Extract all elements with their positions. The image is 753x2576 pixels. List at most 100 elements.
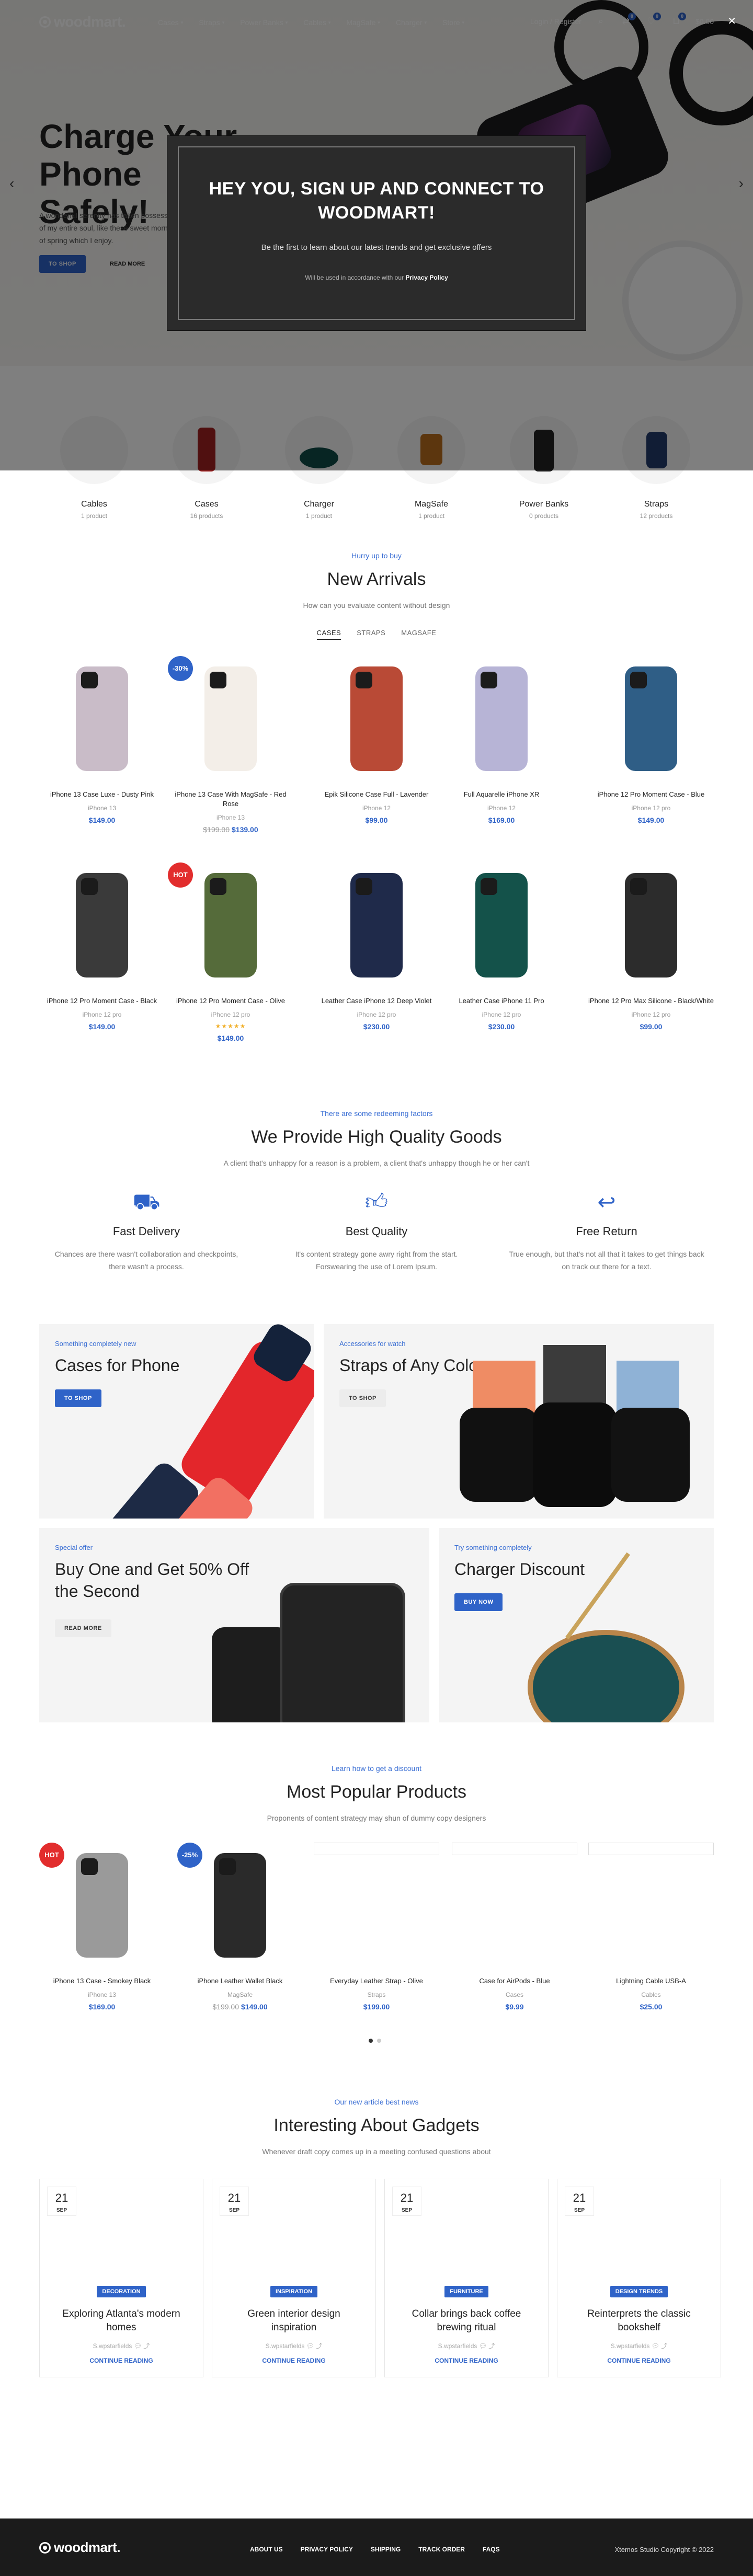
product-category[interactable]: iPhone 12 pro	[588, 804, 714, 812]
tab-magsafe[interactable]: MAGSAFE	[401, 629, 436, 640]
post-tag[interactable]: DECORATION	[97, 2286, 146, 2297]
banner-cases[interactable]: Something completely new Cases for Phone…	[39, 1324, 314, 1519]
banner-read-more-button[interactable]: READ MORE	[55, 1619, 111, 1637]
product-category[interactable]: Cables	[588, 1991, 714, 1998]
banner-straps[interactable]: Accessories for watch Straps of Any Colo…	[324, 1324, 714, 1519]
product-image[interactable]	[314, 1843, 439, 1968]
product-category[interactable]: iPhone 12 pro	[168, 1011, 293, 1018]
product-card[interactable]: iPhone 12 Pro Moment Case - Blue iPhone 1…	[588, 656, 714, 824]
product-image[interactable]	[588, 862, 714, 988]
product-category[interactable]: iPhone 12	[314, 804, 439, 812]
product-name[interactable]: iPhone 12 Pro Moment Case - Olive	[168, 996, 293, 1006]
product-card[interactable]: Leather Case iPhone 11 Pro iPhone 12 pro $…	[439, 862, 564, 1031]
product-card[interactable]: HOT iPhone 12 Pro Moment Case - Olive iPho…	[168, 862, 293, 1042]
banner-charger[interactable]: Try something completely Charger Discoun…	[439, 1528, 714, 1722]
product-image[interactable]	[39, 862, 165, 988]
product-category[interactable]: MagSafe	[177, 1991, 303, 1998]
footer-logo[interactable]: woodmart.	[39, 2539, 120, 2556]
carousel-dot[interactable]	[369, 2039, 373, 2043]
footer-link-faqs[interactable]: FAQS	[483, 2546, 500, 2553]
product-image[interactable]	[314, 862, 439, 988]
product-category[interactable]: iPhone 12 pro	[588, 1011, 714, 1018]
product-card[interactable]: Epik Silicone Case Full - Lavender iPhone…	[314, 656, 439, 824]
product-name[interactable]: iPhone 12 Pro Moment Case - Black	[39, 996, 165, 1006]
footer-link-privacy[interactable]: PRIVACY POLICY	[301, 2546, 353, 2553]
product-card[interactable]: iPhone 12 Pro Max Silicone - Black/White…	[588, 862, 714, 1031]
comment-icon[interactable]: 💬︎	[652, 2342, 659, 2350]
product-card[interactable]: Everyday Leather Strap - Olive Straps $199…	[314, 1843, 439, 2011]
footer-link-track-order[interactable]: TRACK ORDER	[418, 2546, 465, 2553]
blog-card[interactable]: 21 SEP FURNITURE Collar brings back coffee …	[384, 2179, 549, 2377]
share-icon[interactable]: ⤴	[143, 2342, 150, 2350]
product-category[interactable]: iPhone 12 pro	[314, 1011, 439, 1018]
product-name[interactable]: Epik Silicone Case Full - Lavender	[314, 790, 439, 799]
product-image[interactable]	[452, 1843, 577, 1968]
product-category[interactable]: iPhone 13	[39, 804, 165, 812]
post-author[interactable]: S.wpstarfields	[266, 2342, 305, 2350]
product-name[interactable]: iPhone 13 Case With MagSafe - Red Rose	[168, 790, 293, 809]
product-image[interactable]	[39, 656, 165, 781]
share-icon[interactable]: ⤴	[488, 2342, 495, 2350]
banner-shop-button[interactable]: TO SHOP	[339, 1389, 386, 1407]
banner-buy-now-button[interactable]: BUY NOW	[454, 1593, 503, 1611]
continue-reading-link[interactable]: CONTINUE READING	[385, 2357, 548, 2364]
product-category[interactable]: iPhone 12	[439, 804, 564, 812]
product-image[interactable]: -30%	[168, 656, 293, 781]
footer-link-shipping[interactable]: SHIPPING	[371, 2546, 401, 2553]
product-name[interactable]: Full Aquarelle iPhone XR	[439, 790, 564, 799]
post-title[interactable]: Exploring Atlanta's modern homes	[55, 2307, 187, 2334]
product-name[interactable]: iPhone 13 Case - Smokey Black	[39, 1976, 165, 1986]
product-card[interactable]: -30% iPhone 13 Case With MagSafe - Red Ro…	[168, 656, 293, 834]
blog-card[interactable]: 21 SEP DECORATION Exploring Atlanta's moder…	[39, 2179, 203, 2377]
banner-shop-button[interactable]: TO SHOP	[55, 1389, 101, 1407]
product-category[interactable]: iPhone 12 pro	[39, 1011, 165, 1018]
privacy-policy-link[interactable]: Privacy Policy	[405, 274, 448, 281]
post-tag[interactable]: INSPIRATION	[270, 2286, 318, 2297]
post-author[interactable]: S.wpstarfields	[438, 2342, 477, 2350]
continue-reading-link[interactable]: CONTINUE READING	[557, 2357, 721, 2364]
product-category[interactable]: iPhone 13	[168, 814, 293, 821]
product-image[interactable]	[314, 656, 439, 781]
comment-icon[interactable]: 💬︎	[306, 2342, 314, 2350]
post-title[interactable]: Green interior design inspiration	[228, 2307, 360, 2334]
continue-reading-link[interactable]: CONTINUE READING	[212, 2357, 375, 2364]
product-card[interactable]: -25% iPhone Leather Wallet Black MagSafe $1…	[177, 1843, 303, 2011]
share-icon[interactable]: ⤴	[316, 2342, 322, 2350]
product-image[interactable]: -25%	[177, 1843, 303, 1968]
product-name[interactable]: iPhone 12 Pro Max Silicone - Black/White	[588, 996, 714, 1006]
product-category[interactable]: Straps	[314, 1991, 439, 1998]
product-card[interactable]: Lightning Cable USB-A Cables $25.00	[588, 1843, 714, 2011]
product-card[interactable]: Full Aquarelle iPhone XR iPhone 12 $169.00	[439, 656, 564, 824]
tab-cases[interactable]: CASES	[316, 629, 341, 640]
carousel-dot[interactable]	[377, 2039, 381, 2043]
product-name[interactable]: Leather Case iPhone 11 Pro	[439, 996, 564, 1006]
product-image[interactable]: HOT	[168, 862, 293, 988]
product-image[interactable]: HOT	[39, 1843, 165, 1968]
post-author[interactable]: S.wpstarfields	[611, 2342, 650, 2350]
product-name[interactable]: iPhone 12 Pro Moment Case - Blue	[588, 790, 714, 799]
product-image[interactable]	[439, 656, 564, 781]
comment-icon[interactable]: 💬︎	[134, 2342, 142, 2350]
product-card[interactable]: Case for AirPods - Blue Cases $9.99	[452, 1843, 577, 2011]
product-name[interactable]: Case for AirPods - Blue	[452, 1976, 577, 1986]
comment-icon[interactable]: 💬︎	[479, 2342, 487, 2350]
product-image[interactable]	[439, 862, 564, 988]
product-name[interactable]: Everyday Leather Strap - Olive	[314, 1976, 439, 1986]
product-category[interactable]: Cases	[452, 1991, 577, 1998]
post-tag[interactable]: FURNITURE	[444, 2286, 488, 2297]
product-card[interactable]: Leather Case iPhone 12 Deep Violet iPhone…	[314, 862, 439, 1031]
continue-reading-link[interactable]: CONTINUE READING	[40, 2357, 203, 2364]
product-category[interactable]: iPhone 12 pro	[439, 1011, 564, 1018]
product-name[interactable]: iPhone Leather Wallet Black	[177, 1976, 303, 1986]
blog-card[interactable]: 21 SEP INSPIRATION Green interior design in…	[212, 2179, 376, 2377]
product-image[interactable]	[588, 1843, 714, 1968]
footer-link-about[interactable]: ABOUT US	[250, 2546, 283, 2553]
product-category[interactable]: iPhone 13	[39, 1991, 165, 1998]
product-card[interactable]: iPhone 12 Pro Moment Case - Black iPhone …	[39, 862, 165, 1031]
share-icon[interactable]: ⤴	[661, 2342, 667, 2350]
product-card[interactable]: HOT iPhone 13 Case - Smokey Black iPhone 1…	[39, 1843, 165, 2011]
product-name[interactable]: Lightning Cable USB-A	[588, 1976, 714, 1986]
product-name[interactable]: iPhone 13 Case Luxe - Dusty Pink	[39, 790, 165, 799]
close-icon[interactable]: ✕	[727, 15, 736, 28]
product-image[interactable]	[588, 656, 714, 781]
